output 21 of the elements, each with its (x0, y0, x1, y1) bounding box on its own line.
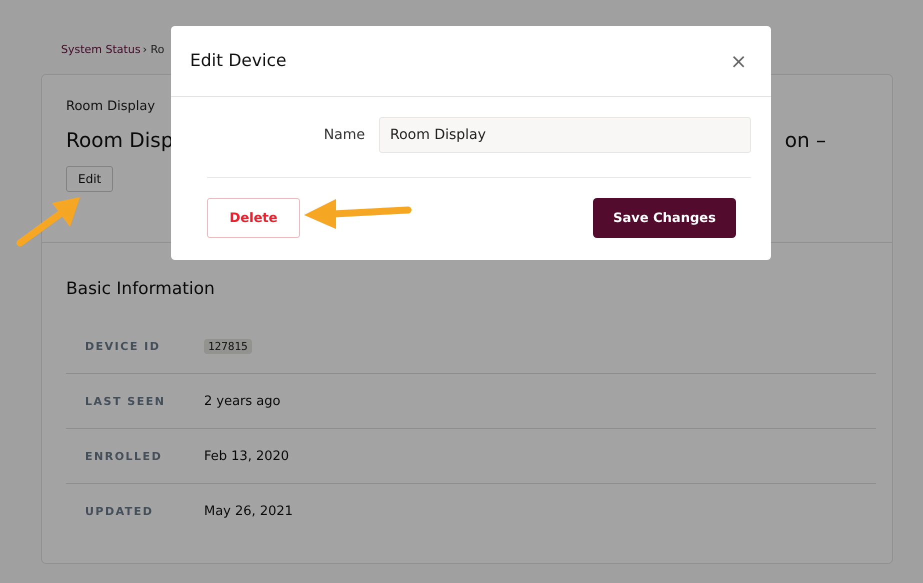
name-label: Name (324, 127, 365, 143)
field-label: ENROLLED (85, 450, 164, 462)
device-id-chip: 127815 (204, 338, 252, 354)
field-value: Feb 13, 2020 (204, 448, 290, 464)
field-value: 2 years ago (204, 394, 280, 408)
dialog-title: Edit Device (190, 51, 286, 71)
field-label: DEVICE ID (85, 340, 162, 352)
breadcrumb-link[interactable]: System Status (61, 42, 141, 56)
close-button[interactable]: × (726, 49, 751, 73)
name-input[interactable]: Room Display (379, 117, 751, 153)
save-button[interactable]: Save Changes (593, 198, 736, 238)
breadcrumb-current: › Ro (142, 42, 164, 56)
field-label: UPDATED (85, 504, 154, 518)
device-title: Room Disp (66, 128, 174, 152)
device-title-end: on – (784, 128, 826, 152)
field-label: LAST SEEN (85, 394, 166, 408)
field-value: May 26, 2021 (204, 504, 293, 518)
edit-button[interactable]: Edit (66, 166, 114, 192)
delete-button[interactable]: Delete (207, 198, 300, 238)
section-title: Basic Information (66, 279, 216, 299)
device-subtitle: Room Display (66, 99, 156, 114)
